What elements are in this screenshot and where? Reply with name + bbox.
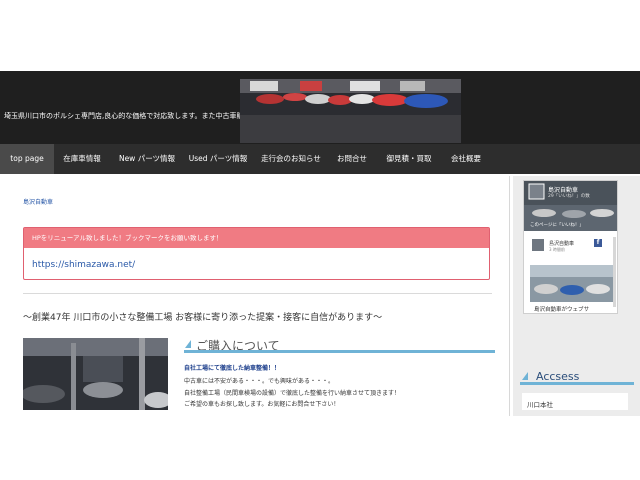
facebook-icon: f — [594, 239, 602, 247]
access-item-head-office[interactable]: 川口本社 — [527, 399, 553, 409]
facebook-followers: 29「いいね！」の数 — [548, 194, 590, 199]
nav-item-track-events[interactable]: 走行会のお知らせ — [254, 144, 328, 174]
facebook-post-photo[interactable] — [530, 265, 614, 302]
catchphrase: 〜創業47年 川口市の小さな整備工場 お客様に寄り添った提案・接客に自信がありま… — [23, 313, 383, 323]
notice-heading: HPをリニューアル致しました！ブックマークをお願い致します！ — [24, 228, 489, 248]
nav-item-company[interactable]: 会社概要 — [442, 144, 490, 174]
header-showroom-photo — [240, 79, 461, 143]
heading-underline — [184, 350, 495, 353]
access-underline — [520, 382, 634, 385]
access-accent-mark — [522, 372, 528, 380]
workshop-photo — [23, 338, 168, 410]
nav-item-contact[interactable]: お問合せ — [328, 144, 376, 174]
facebook-like-button[interactable]: このページに「いいね！」 — [530, 222, 584, 228]
purchase-line-2: 中古車には不安がある・・・。でも興味がある・・・。 — [184, 378, 335, 385]
notice-link[interactable]: https://shimazawa.net/ — [32, 260, 135, 270]
avatar — [532, 239, 544, 251]
site-title[interactable]: 島沢自動車 — [4, 21, 94, 46]
facebook-post-time: 3 時間前 — [549, 247, 565, 252]
nav-item-estimate[interactable]: 御見積・買取 — [376, 144, 442, 174]
nav-item-stock[interactable]: 在庫車情報 — [54, 144, 110, 174]
purchase-line-4: ご希望の車もお探し致します。お気軽にお問合せ下さい！ — [184, 401, 340, 408]
purchase-line-3: 自社整備工場（民間車検場の設備）で徹底した整備を行い納車させて頂きます！ — [184, 390, 401, 397]
purchase-line-1: 自社工場にて徹底した納車整備！！ — [184, 365, 281, 372]
nav-item-used-parts[interactable]: Used パーツ情報 — [184, 144, 252, 174]
facebook-post-author[interactable]: 島沢自動車 — [549, 240, 574, 247]
divider — [23, 293, 492, 294]
notice-box: HPをリニューアル致しました！ブックマークをお願い致します！ https://s… — [23, 227, 490, 280]
facebook-widget-scrollbar[interactable] — [613, 237, 616, 307]
page: 島沢自動車 埼玉県川口市のポルシェ専門店,良心的な価格で対応致します。また中古車… — [0, 0, 640, 480]
nav-item-top-page[interactable]: top page — [0, 144, 54, 174]
breadcrumb[interactable]: 島沢自動車 — [23, 197, 53, 206]
facebook-page-widget[interactable]: 島沢自動車 29「いいね！」の数 このページに「いいね！」 島沢自動車 3 時間… — [523, 180, 618, 314]
heading-accent-mark — [185, 340, 191, 348]
facebook-cover[interactable]: 島沢自動車 29「いいね！」の数 このページに「いいね！」 — [524, 181, 617, 231]
facebook-post-photo-graphic — [530, 265, 614, 302]
main-navigation: top page 在庫車情報 New パーツ情報 Used パーツ情報 走行会の… — [0, 144, 640, 174]
workshop-photo-graphic — [23, 338, 168, 410]
nav-item-new-parts[interactable]: New パーツ情報 — [110, 144, 184, 174]
showroom-photo-graphic — [240, 79, 461, 143]
facebook-post-text: 島沢自動車がウェブサ — [534, 307, 590, 313]
